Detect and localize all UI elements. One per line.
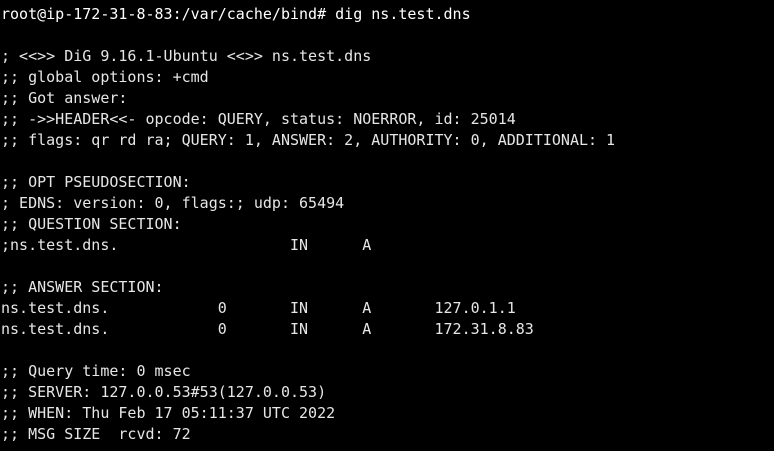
global-options-line: ;; global options: +cmd [1, 68, 209, 86]
opt-pseudosection-heading: ;; OPT PSEUDOSECTION: [1, 173, 191, 191]
dig-version-line: ; <<>> DiG 9.16.1-Ubuntu <<>> ns.test.dn… [1, 47, 372, 65]
query-time-line: ;; Query time: 0 msec [1, 362, 191, 380]
when-line: ;; WHEN: Thu Feb 17 05:11:37 UTC 2022 [1, 404, 336, 422]
server-line: ;; SERVER: 127.0.0.53#53(127.0.0.53) [1, 383, 327, 401]
edns-line: ; EDNS: version: 0, flags:; udp: 65494 [1, 194, 345, 212]
command-prompt-line: root@ip-172-31-8-83:/var/cache/bind# dig… [1, 5, 471, 23]
answer-record: ns.test.dns. 0 IN A 127.0.1.1 [1, 299, 516, 317]
question-section-heading: ;; QUESTION SECTION: [1, 215, 182, 233]
terminal-window[interactable]: root@ip-172-31-8-83:/var/cache/bind# dig… [0, 4, 774, 451]
answer-record: ns.test.dns. 0 IN A 172.31.8.83 [1, 320, 534, 338]
answer-section-heading: ;; ANSWER SECTION: [1, 278, 164, 296]
got-answer-line: ;; Got answer: [1, 89, 128, 107]
header-line: ;; ->>HEADER<<- opcode: QUERY, status: N… [1, 110, 516, 128]
question-record: ;ns.test.dns. IN A [1, 236, 372, 254]
flags-line: ;; flags: qr rd ra; QUERY: 1, ANSWER: 2,… [1, 131, 616, 149]
msg-size-line: ;; MSG SIZE rcvd: 72 [1, 425, 191, 443]
